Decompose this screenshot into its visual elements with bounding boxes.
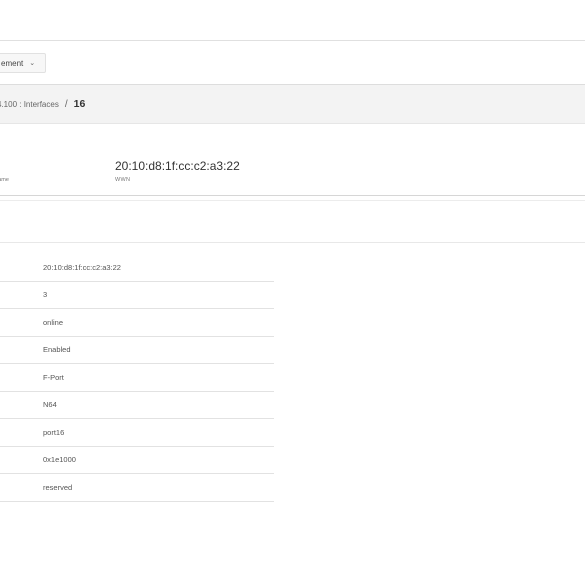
table-row: reserved	[0, 474, 274, 502]
table-cell-value: 20:10:d8:1f:cc:c2:a3:22	[43, 262, 121, 272]
table-cell-value: N64	[43, 400, 57, 410]
wwn-label: WWN	[115, 177, 131, 183]
table-row: N64	[0, 392, 274, 419]
table-cell-value: port16	[43, 427, 65, 437]
breadcrumb-separator: /	[64, 98, 68, 110]
table-cell-value: reserved	[43, 482, 73, 492]
table-cell-value: 0x1e1000	[43, 455, 76, 465]
dropdown-label: ement	[1, 58, 24, 68]
table-row: F-Port	[0, 364, 274, 392]
breadcrumb-current: 16	[73, 98, 86, 110]
table-row: port16	[0, 419, 274, 447]
table-row: online	[0, 309, 274, 337]
table-row: 0x1e1000	[0, 447, 274, 474]
divider	[0, 40, 585, 41]
table-cell-value: 3	[43, 290, 48, 300]
divider	[0, 242, 585, 243]
table-cell-value: Enabled	[43, 345, 71, 355]
breadcrumb: 4.100 : Interfaces / 16	[0, 98, 85, 110]
name-label: lame	[0, 177, 9, 183]
divider	[0, 195, 585, 196]
table-cell-value: online	[43, 317, 64, 327]
management-dropdown[interactable]: ement ⌄	[0, 53, 47, 73]
table-cell-value: F-Port	[43, 372, 64, 382]
table-row: Enabled	[0, 337, 274, 364]
breadcrumb-bar	[0, 84, 585, 124]
top-bar	[0, 0, 585, 40]
table-row: 20:10:d8:1f:cc:c2:a3:22	[0, 254, 274, 282]
breadcrumb-path-link[interactable]: 4.100 : Interfaces	[0, 100, 59, 109]
table-row: 3	[0, 282, 274, 309]
chevron-down-icon: ⌄	[29, 60, 36, 67]
wwn-value: 20:10:d8:1f:cc:c2:a3:22	[115, 159, 240, 173]
properties-table: 20:10:d8:1f:cc:c2:a3:22 3 online Enabled…	[0, 254, 274, 502]
divider	[0, 200, 585, 201]
